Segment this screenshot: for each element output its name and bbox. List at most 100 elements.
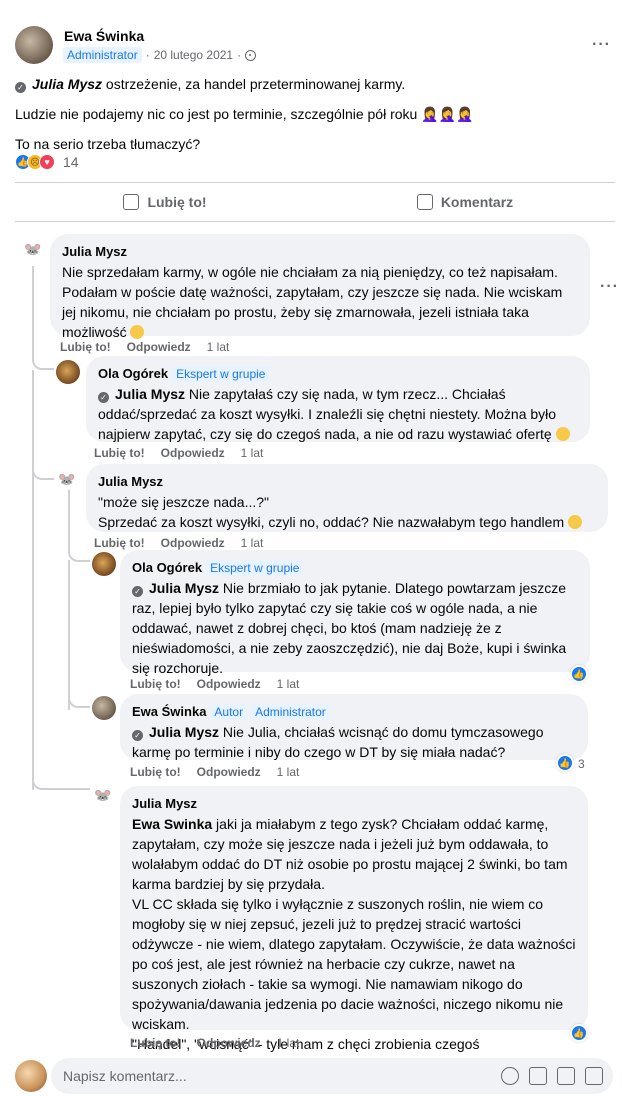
mouse-icon: 🐭 — [94, 786, 112, 803]
post-meta: Administrator · 20 lutego 2021 · — [63, 47, 257, 63]
commenter-avatar[interactable] — [92, 696, 116, 720]
comment-actions: Lubię to! Odpowiedz 1 lat — [94, 536, 263, 550]
composer-icons — [501, 1067, 603, 1085]
expert-badge[interactable]: Ekspert w grupie — [206, 560, 304, 576]
comment-text-line-1: "może się jeszcze nada...?" — [98, 494, 270, 510]
mouse-icon: 🐭 — [24, 240, 42, 257]
commenter-avatar[interactable]: 🐭 — [22, 238, 44, 260]
smile-emoji-icon — [568, 515, 582, 529]
check-icon: ✓ — [98, 392, 109, 403]
comment-mention[interactable]: Julia Mysz — [149, 724, 219, 740]
comment-author[interactable]: Ewa Świnka — [132, 704, 206, 719]
comment-reply-button[interactable]: Odpowiedz — [161, 446, 225, 460]
post-mention[interactable]: Julia Mysz — [32, 76, 102, 92]
comment-input[interactable]: Napisz komentarz... — [51, 1058, 613, 1094]
divider — [15, 182, 615, 183]
emoji-icon[interactable] — [501, 1067, 519, 1085]
comment-time[interactable]: 1 lat — [241, 446, 264, 460]
comment-time[interactable]: 1 lat — [277, 1036, 300, 1050]
author-badge[interactable]: Autor — [210, 704, 248, 720]
more-options-icon[interactable]: ··· — [592, 36, 611, 54]
thread-line — [68, 560, 70, 710]
comment-bubble: Ola Ogórek Ekspert w grupie ✓ Julia Mysz N… — [120, 550, 590, 676]
comment-button-label: Komentarz — [440, 194, 514, 210]
reactions-summary[interactable]: 👍 ☹ ♥ 14 — [15, 154, 79, 170]
commenter-avatar[interactable] — [56, 360, 80, 384]
thread-connector — [32, 460, 54, 480]
comment-like-button[interactable]: Lubię to! — [94, 446, 145, 460]
check-icon: ✓ — [132, 730, 143, 741]
comment-button[interactable]: Komentarz — [315, 186, 615, 218]
post-date[interactable]: 20 lutego 2021 — [154, 48, 233, 62]
thumbs-up-icon — [123, 194, 140, 210]
comment-mention[interactable]: Julia Mysz — [115, 386, 185, 402]
like-reaction-icon[interactable]: 👍 — [570, 665, 588, 683]
commenter-avatar[interactable]: 🐭 — [56, 468, 78, 490]
globe-icon — [245, 49, 257, 61]
check-icon: ✓ — [132, 586, 143, 597]
comment-like-button[interactable]: Lubię to! — [130, 765, 181, 779]
current-user-avatar[interactable] — [15, 1060, 47, 1092]
divider — [15, 221, 615, 222]
comment-more-icon[interactable]: ··· — [600, 278, 618, 296]
like-button[interactable]: Lubię to! — [15, 186, 315, 218]
comment-time[interactable]: 1 lat — [241, 536, 264, 550]
comment-like-button[interactable]: Lubię to! — [60, 340, 111, 354]
comment-bubble: Ola Ogórek Ekspert w grupie ✓ Julia Mysz N… — [86, 356, 590, 442]
comment-icon — [416, 194, 433, 210]
comment-like-button[interactable]: Lubię to! — [94, 536, 145, 550]
comment-input-placeholder: Napisz komentarz... — [63, 1068, 187, 1084]
expert-badge[interactable]: Ekspert w grupie — [172, 366, 270, 382]
comment-actions: Lubię to! Odpowiedz 1 lat — [130, 765, 299, 779]
comment-like-button[interactable]: Lubię to! — [130, 1036, 181, 1050]
comment-text: ✓ Julia Mysz Nie Julia, chciałaś wcisnąć … — [132, 724, 544, 760]
comment-author[interactable]: Ola Ogórek — [98, 366, 168, 381]
comment-time[interactable]: 1 lat — [277, 765, 300, 779]
comment-author-row: Ola Ogórek Ekspert w grupie — [98, 364, 578, 384]
thread-connector — [32, 340, 54, 370]
like-reaction-icon[interactable]: 👍 — [570, 1024, 588, 1042]
comment-author-row: Ewa Świnka Autor Administrator — [132, 702, 576, 722]
post-line-1: ✓ Julia Mysz ostrzeżenie, za handel przet… — [15, 74, 610, 94]
author-avatar[interactable] — [15, 26, 53, 64]
comment-author[interactable]: Julia Mysz — [132, 794, 576, 814]
comment-author-row: Ola Ogórek Ekspert w grupie — [132, 558, 578, 578]
comment-time[interactable]: 1 lat — [207, 340, 230, 354]
post-line-3: To na serio trzeba tłumaczyć? — [15, 136, 201, 152]
comment-author[interactable]: Julia Mysz — [62, 242, 578, 262]
thread-connector — [32, 770, 90, 790]
comment-mention[interactable]: Julia Mysz — [149, 580, 219, 596]
post-line-1-text: ostrzeżenie, za handel przeterminowanej … — [105, 76, 406, 92]
smile-emoji-icon — [130, 325, 145, 339]
mouse-icon: 🐭 — [58, 470, 76, 487]
love-reaction-icon: ♥ — [39, 154, 55, 170]
admin-badge[interactable]: Administrator — [63, 47, 142, 63]
admin-badge[interactable]: Administrator — [251, 704, 330, 720]
commenter-avatar[interactable] — [92, 552, 116, 576]
comment-bubble: Julia Mysz Ewa Swinka jaki ja miałabym z… — [120, 786, 588, 1072]
comment-bubble: Ewa Świnka Autor Administrator ✓ Julia Mysz… — [120, 694, 588, 760]
gif-icon[interactable] — [557, 1067, 575, 1085]
meta-separator: · — [145, 48, 150, 62]
reaction-count[interactable]: 14 — [63, 154, 79, 170]
comment-author[interactable]: Ola Ogórek — [132, 560, 202, 575]
check-icon: ✓ — [15, 82, 26, 93]
comment-reply-button[interactable]: Odpowiedz — [197, 765, 261, 779]
comment-like-count[interactable]: 3 — [578, 757, 585, 771]
camera-icon[interactable] — [529, 1067, 547, 1085]
comment-author[interactable]: Julia Mysz — [98, 472, 596, 492]
like-reaction-icon[interactable]: 👍 — [556, 754, 574, 772]
comment-reply-button[interactable]: Odpowiedz — [197, 1036, 261, 1050]
sticker-icon[interactable] — [585, 1067, 603, 1085]
comment-reply-button[interactable]: Odpowiedz — [127, 340, 191, 354]
post-header: Ewa Świnka Administrator · 20 lutego 202… — [15, 26, 615, 66]
comment-mention[interactable]: Ewa Swinka — [132, 816, 212, 832]
comment-like-button[interactable]: Lubię to! — [130, 677, 181, 691]
comment-reply-button[interactable]: Odpowiedz — [197, 677, 261, 691]
comment-time[interactable]: 1 lat — [277, 677, 300, 691]
commenter-avatar[interactable]: 🐭 — [92, 784, 114, 806]
comment-reply-button[interactable]: Odpowiedz — [161, 536, 225, 550]
thread-line — [32, 266, 34, 340]
comment-text: Nie sprzedałam karmy, w ogóle nie chciał… — [62, 264, 563, 340]
post-author-name[interactable]: Ewa Świnka — [64, 28, 144, 44]
